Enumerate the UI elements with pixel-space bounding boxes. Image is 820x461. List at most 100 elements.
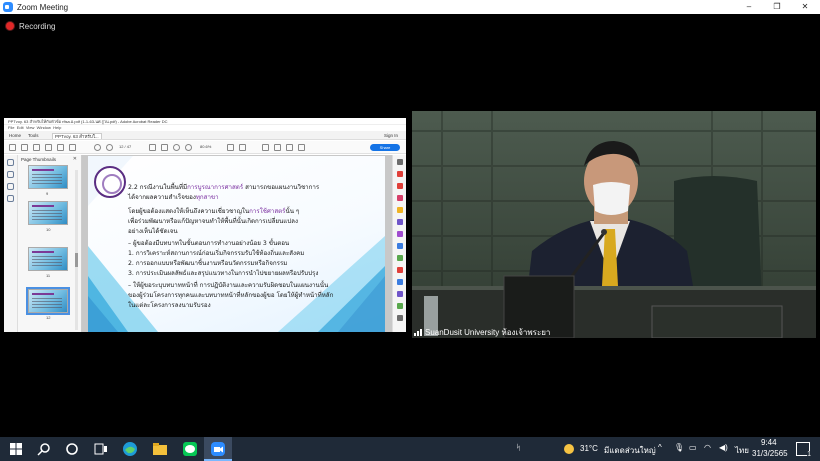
notification-count: 1 [807, 451, 811, 458]
create-pdf-icon[interactable] [397, 183, 403, 189]
slide-text-segment: เพื่อร่วมพัฒนาหรือแก้ปัญหาจนทำให้พื้นที่… [128, 218, 298, 225]
zoom-taskbar-button[interactable] [204, 437, 232, 461]
clock-date[interactable]: 31/3/2565 [752, 449, 788, 458]
edit-pdf-icon[interactable] [397, 195, 403, 201]
sign-in-link[interactable]: Sign In [384, 133, 398, 138]
notification-center-icon[interactable]: 1 [796, 442, 811, 458]
minimize-button[interactable]: – [734, 0, 764, 14]
slide-text-line: เพื่อร่วมพัฒนาหรือแก้ปัญหาจนทำให้พื้นที่… [128, 218, 298, 226]
attachments-icon[interactable] [7, 183, 14, 190]
edge-browser-icon[interactable] [122, 441, 138, 457]
prev-page-icon[interactable] [94, 144, 101, 151]
menu-edit[interactable]: Edit [17, 125, 24, 130]
next-page-icon[interactable] [106, 144, 113, 151]
combine-icon[interactable] [397, 219, 403, 225]
thumbnail-scrollbar-thumb[interactable] [75, 253, 78, 267]
page-thumbnail[interactable] [28, 165, 68, 189]
zoom-out-icon[interactable] [173, 144, 180, 151]
page-thumbnail-selected[interactable] [26, 287, 70, 315]
measure-icon[interactable] [397, 303, 403, 309]
volume-icon[interactable]: ◀) [719, 443, 728, 452]
select-cursor-icon[interactable] [149, 144, 156, 151]
maximize-button[interactable]: ❐ [762, 0, 792, 14]
tab-tools[interactable]: Tools [26, 133, 41, 139]
windows-start-icon[interactable] [8, 441, 24, 457]
weather-condition[interactable]: มีแดดส่วนใหญ่ [604, 444, 656, 457]
network-icon[interactable]: ▭ [689, 443, 697, 452]
fill-sign-icon[interactable] [397, 243, 403, 249]
slide-text-line: ของผู้ร่วมโครงการทุกคนและบทบาทหน้าที่หลั… [128, 292, 333, 300]
recording-indicator[interactable]: Recording [6, 20, 55, 32]
slide-text-segment: อย่างเห็นได้ชัดเจน [128, 228, 178, 235]
clock-time[interactable]: 9:44 [761, 438, 777, 447]
zoom-in-icon[interactable] [185, 144, 192, 151]
search-taskbar-icon[interactable] [36, 441, 52, 457]
acrobat-title-bar: PPTvoy. 63 สำหรับให้กับหัวข้อ rfisa.อ.pd… [4, 118, 406, 125]
weather-temperature[interactable]: 31°C [580, 444, 598, 453]
page-indicator[interactable]: 12 / 47 [119, 144, 131, 149]
thumbnails-icon[interactable] [7, 159, 14, 166]
connection-signal-icon [414, 328, 422, 336]
menu-file[interactable]: File [8, 125, 14, 130]
scroll-mode-icon[interactable] [239, 144, 246, 151]
mail-icon[interactable] [57, 144, 64, 151]
slide-text-highlight: การบูรณาการศาสตร์ [187, 184, 244, 191]
share-button[interactable]: Share [370, 144, 400, 151]
more-tools-icon[interactable] [397, 315, 403, 321]
menu-view[interactable]: View [26, 125, 35, 130]
organize-icon[interactable] [397, 231, 403, 237]
redact-icon[interactable] [397, 291, 403, 297]
highlight-icon[interactable] [274, 144, 281, 151]
wifi-icon[interactable]: ◠ [704, 443, 711, 452]
file-explorer-icon[interactable] [152, 441, 168, 457]
comment-icon[interactable] [262, 144, 269, 151]
slide-text-highlight: ทุกสาขา [195, 194, 219, 201]
thumbnail-page-number: 9 [46, 191, 49, 196]
comment-tool-icon[interactable] [397, 207, 403, 213]
microphone-icon[interactable]: 🎙 [674, 443, 684, 452]
speaker-video[interactable] [412, 111, 816, 338]
tab-home[interactable]: Home [7, 133, 23, 139]
menu-window[interactable]: Window [37, 125, 51, 130]
participant-name: SuanDusit University ห้องเจ้าพระยา [425, 327, 551, 337]
menu-help[interactable]: Help [53, 125, 61, 130]
slide-text-line: 3. การประเมินผลลัพธ์และสรุปแนวทางในการนำ… [128, 270, 318, 278]
bookmark-icon[interactable] [9, 144, 16, 151]
weather-sun-icon[interactable] [561, 441, 577, 457]
zoom-tool-icon[interactable] [397, 159, 403, 165]
thumbnail-page-number: 10 [46, 227, 51, 232]
zoom-level[interactable]: 80.6% [200, 144, 211, 149]
cortana-icon[interactable] [64, 441, 80, 457]
line-app-icon[interactable] [182, 441, 198, 457]
thumbnails-title: Page Thumbnails [21, 157, 56, 162]
scan-icon[interactable] [397, 255, 403, 261]
tray-chevron-icon[interactable]: ^ [658, 443, 662, 452]
print-icon[interactable] [45, 144, 52, 151]
thumbnails-close-icon[interactable]: ✕ [73, 156, 77, 162]
hand-icon[interactable] [161, 144, 168, 151]
draw-icon[interactable] [286, 144, 293, 151]
thumbnail-scrollbar[interactable] [75, 170, 78, 330]
page-thumbnail[interactable] [28, 201, 68, 225]
compress-icon[interactable] [397, 267, 403, 273]
search-icon[interactable] [69, 144, 76, 151]
star-icon[interactable] [21, 144, 28, 151]
close-button[interactable]: ✕ [790, 0, 820, 14]
people-icon[interactable]: ᛋ [516, 443, 521, 452]
export-pdf-icon[interactable] [397, 171, 403, 177]
page-thumbnail[interactable] [28, 247, 68, 271]
shared-screen[interactable]: PPTvoy. 63 สำหรับให้กับหัวข้อ rfisa.อ.pd… [4, 118, 406, 332]
thumbnail-page-number: 12 [46, 315, 51, 320]
protect-icon[interactable] [397, 279, 403, 285]
acrobat-tab-bar: Home Tools PPTvoy. 63 สำหรับใ... Sign In [4, 131, 406, 140]
layers-icon[interactable] [7, 195, 14, 202]
tab-document[interactable]: PPTvoy. 63 สำหรับใ... [52, 133, 102, 139]
upload-icon[interactable] [33, 144, 40, 151]
input-language[interactable]: ไทย [735, 444, 749, 457]
bookmarks-icon[interactable] [7, 171, 14, 178]
slide-text-segment: – ให้ผู้ขอระบุบทบาทหน้าที่ การปฏิบัติงาน… [128, 282, 329, 289]
task-view-icon[interactable] [93, 441, 109, 457]
sign-icon[interactable] [298, 144, 305, 151]
fit-page-icon[interactable] [227, 144, 234, 151]
right-tools-rail [392, 155, 406, 332]
